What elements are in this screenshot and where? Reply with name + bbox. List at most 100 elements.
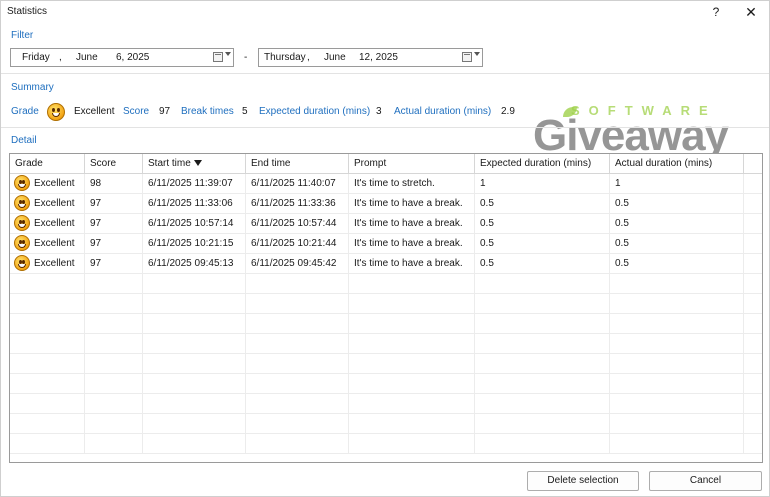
filter-section: Filter Friday , June 6, 2025 - Thursday … — [1, 23, 769, 73]
cell-actual — [610, 434, 744, 454]
column-header-score[interactable]: Score — [85, 154, 143, 174]
cell-score: 97 — [85, 254, 143, 274]
grade-text: Excellent — [34, 178, 75, 189]
chevron-down-icon[interactable] — [474, 52, 480, 56]
from-month[interactable]: June — [76, 52, 98, 63]
cell-score — [85, 394, 143, 414]
cell-prompt — [349, 314, 475, 334]
chevron-down-icon[interactable] — [225, 52, 231, 56]
column-header-start-time[interactable]: Start time — [143, 154, 246, 174]
cell-start — [143, 314, 246, 334]
calendar-icon[interactable] — [462, 52, 472, 62]
from-weekday[interactable]: Friday — [22, 52, 50, 63]
cell-start: 6/11/2025 11:39:07 — [143, 174, 246, 194]
grade-value: Excellent — [74, 106, 115, 117]
cell-grade: Excellent — [10, 234, 85, 254]
column-header-grade[interactable]: Grade — [10, 154, 85, 174]
cell-expected: 0.5 — [475, 254, 610, 274]
from-date-picker[interactable]: Friday , June 6, 2025 — [10, 48, 234, 67]
cell-actual: 0.5 — [610, 234, 744, 254]
grade-text: Excellent — [34, 218, 75, 229]
cell-prompt — [349, 294, 475, 314]
cell-end — [246, 354, 349, 374]
cell-start: 6/11/2025 09:45:13 — [143, 254, 246, 274]
cell-grade — [10, 334, 85, 354]
close-button[interactable]: ✕ — [741, 3, 761, 21]
to-day-year[interactable]: 12, 2025 — [359, 52, 398, 63]
empty-table-row — [10, 354, 762, 374]
smiley-icon — [14, 195, 30, 211]
cell-expected — [475, 434, 610, 454]
cell-prompt: It's time to have a break. — [349, 214, 475, 234]
cell-grade — [10, 414, 85, 434]
cell-grade: Excellent — [10, 194, 85, 214]
from-day-year[interactable]: 6, 2025 — [116, 52, 149, 63]
cancel-button[interactable]: Cancel — [649, 471, 762, 491]
to-weekday[interactable]: Thursday — [264, 52, 306, 63]
summary-row: Grade Excellent Score 97 Break times 5 E… — [1, 103, 769, 123]
table-row[interactable]: Excellent 97 6/11/2025 10:57:14 6/11/2025 1… — [10, 214, 762, 234]
cell-end — [246, 374, 349, 394]
column-header-prompt[interactable]: Prompt — [349, 154, 475, 174]
empty-table-row — [10, 334, 762, 354]
cell-prompt: It's time to have a break. — [349, 234, 475, 254]
cell-end — [246, 394, 349, 414]
table-row[interactable]: Excellent 97 6/11/2025 10:21:15 6/11/2025 1… — [10, 234, 762, 254]
calendar-icon[interactable] — [213, 52, 223, 62]
cell-end: 6/11/2025 09:45:42 — [246, 254, 349, 274]
table-row[interactable]: Excellent 97 6/11/2025 11:33:06 6/11/2025 1… — [10, 194, 762, 214]
cell-expected — [475, 274, 610, 294]
cell-prompt — [349, 434, 475, 454]
actual-duration-value: 2.9 — [501, 106, 515, 117]
help-button[interactable]: ? — [707, 3, 725, 21]
cell-expected — [475, 294, 610, 314]
cell-score — [85, 334, 143, 354]
title-bar: Statistics ? ✕ — [1, 1, 769, 23]
empty-table-row — [10, 434, 762, 454]
empty-table-row — [10, 414, 762, 434]
summary-label: Summary — [11, 82, 54, 93]
cell-end: 6/11/2025 10:21:44 — [246, 234, 349, 254]
cell-end — [246, 294, 349, 314]
score-label: Score — [123, 106, 150, 117]
cell-end — [246, 274, 349, 294]
delete-selection-button[interactable]: Delete selection — [527, 471, 639, 491]
cell-prompt: It's time to have a break. — [349, 254, 475, 274]
detail-table[interactable]: Grade Score Start time End time Prompt E… — [9, 153, 763, 463]
cell-grade: Excellent — [10, 174, 85, 194]
cell-score — [85, 354, 143, 374]
cell-end — [246, 334, 349, 354]
cell-score: 97 — [85, 214, 143, 234]
cell-start — [143, 394, 246, 414]
cell-score — [85, 374, 143, 394]
table-row[interactable]: Excellent 98 6/11/2025 11:39:07 6/11/2025 1… — [10, 174, 762, 194]
column-header-actual-duration[interactable]: Actual duration (mins) — [610, 154, 744, 174]
table-row[interactable]: Excellent 97 6/11/2025 09:45:13 6/11/2025 0… — [10, 254, 762, 274]
to-month[interactable]: June — [324, 52, 346, 63]
cell-actual — [610, 354, 744, 374]
cell-prompt — [349, 334, 475, 354]
cell-score — [85, 274, 143, 294]
cell-grade — [10, 434, 85, 454]
column-header-expected-duration[interactable]: Expected duration (mins) — [475, 154, 610, 174]
to-date-picker[interactable]: Thursday , June 12, 2025 — [258, 48, 483, 67]
column-header-end-time[interactable]: End time — [246, 154, 349, 174]
cell-grade — [10, 394, 85, 414]
cell-grade: Excellent — [10, 214, 85, 234]
cell-prompt: It's time to stretch. — [349, 174, 475, 194]
cell-score — [85, 294, 143, 314]
actual-duration-label: Actual duration (mins) — [394, 106, 492, 117]
smiley-icon — [14, 215, 30, 231]
cell-prompt — [349, 274, 475, 294]
filter-label: Filter — [11, 30, 34, 41]
cell-start — [143, 414, 246, 434]
cell-start — [143, 334, 246, 354]
cell-start: 6/11/2025 11:33:06 — [143, 194, 246, 214]
cell-actual: 0.5 — [610, 194, 744, 214]
cell-start: 6/11/2025 10:21:15 — [143, 234, 246, 254]
cell-score: 97 — [85, 194, 143, 214]
cell-end — [246, 314, 349, 334]
cell-score — [85, 434, 143, 454]
cell-actual — [610, 314, 744, 334]
window-title: Statistics — [7, 6, 48, 17]
